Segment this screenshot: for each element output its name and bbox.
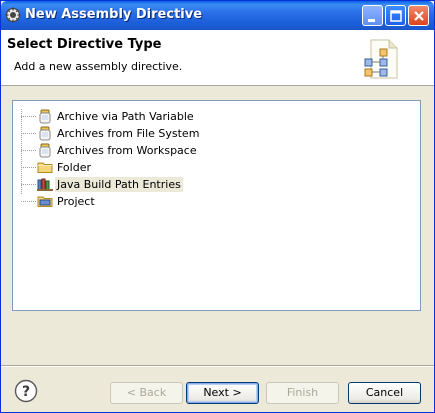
maximize-button[interactable]	[385, 5, 406, 26]
next-button[interactable]: Next >	[186, 382, 259, 404]
library-icon	[37, 178, 53, 191]
finish-button[interactable]: Finish	[266, 382, 339, 404]
svg-text:?: ?	[22, 384, 30, 400]
jar-icon	[39, 109, 51, 124]
jar-icon	[39, 143, 51, 158]
assembly-wizard-icon	[364, 39, 398, 79]
tree-connector-line	[21, 109, 22, 194]
tree-item-label: Java Build Path Entries	[55, 177, 183, 192]
folder-icon	[37, 162, 53, 173]
title-bar[interactable]: New Assembly Directive	[1, 1, 434, 30]
jar-icon	[39, 126, 51, 141]
help-icon[interactable]: ?	[14, 379, 38, 403]
close-icon	[414, 11, 424, 21]
minimize-button[interactable]	[362, 5, 383, 26]
tree-item-label: Archive via Path Variable	[57, 110, 194, 123]
cancel-button[interactable]: Cancel	[348, 382, 421, 404]
dialog-window: New Assembly Directive Select Directive …	[0, 0, 435, 413]
window-title: New Assembly Directive	[25, 7, 203, 22]
directive-type-tree[interactable]: Archive via Path Variable Archives from …	[12, 100, 421, 311]
wizard-banner: Select Directive Type Add a new assembly…	[1, 30, 434, 86]
page-description: Add a new assembly directive.	[14, 60, 183, 73]
tree-item-label: Archives from File System	[57, 127, 200, 140]
back-button[interactable]: < Back	[110, 382, 183, 404]
tree-item-label: Folder	[57, 161, 91, 174]
tree-item-label: Archives from Workspace	[57, 144, 197, 157]
project-icon	[37, 196, 53, 207]
close-button[interactable]	[408, 5, 429, 26]
tree-item-label: Project	[57, 195, 95, 208]
maximize-icon	[390, 10, 402, 22]
button-bar-separator	[1, 365, 434, 367]
minimize-icon	[368, 19, 375, 22]
eclipse-gear-icon	[5, 7, 21, 23]
page-title: Select Directive Type	[7, 37, 162, 52]
